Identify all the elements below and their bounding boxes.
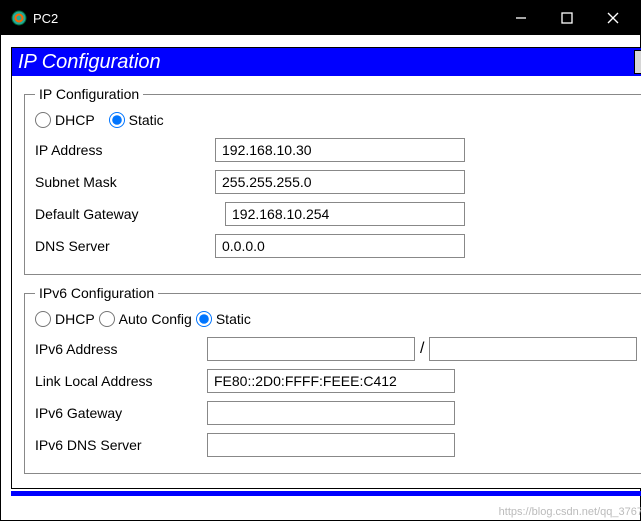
panel-title: IP Configuration bbox=[18, 51, 634, 74]
default-gateway-input[interactable] bbox=[225, 202, 465, 226]
link-local-label: Link Local Address bbox=[35, 373, 207, 389]
maximize-button[interactable] bbox=[544, 1, 590, 35]
ipv4-static-radio[interactable]: Static bbox=[109, 112, 164, 128]
ipv6-dns-input[interactable] bbox=[207, 433, 455, 457]
ipv6-address-label: IPv6 Address bbox=[35, 341, 207, 357]
ipv6-gateway-input[interactable] bbox=[207, 401, 455, 425]
ipv6-group: IPv6 Configuration DHCP Auto Config bbox=[24, 285, 641, 474]
ip-address-label: IP Address bbox=[35, 142, 215, 158]
ipv6-static-radio[interactable]: Static bbox=[196, 311, 251, 327]
ipv6-dns-label: IPv6 DNS Server bbox=[35, 437, 207, 453]
ip-config-panel: IP Configuration X IP Configuration DHCP bbox=[11, 47, 641, 489]
ipv6-prefix-slash: / bbox=[420, 340, 424, 358]
ipv6-address-input[interactable] bbox=[207, 337, 415, 361]
watermark: https://blog.csdn.net/qq_37672862 bbox=[499, 506, 641, 518]
ipv6-legend: IPv6 Configuration bbox=[35, 285, 158, 301]
ipv4-legend: IP Configuration bbox=[35, 86, 143, 102]
panel-close-button[interactable]: X bbox=[634, 50, 641, 74]
ipv6-auto-radio[interactable]: Auto Config bbox=[99, 311, 192, 327]
bottom-accent-bar bbox=[11, 491, 641, 496]
app-icon bbox=[11, 10, 27, 26]
titlebar: PC2 bbox=[1, 1, 640, 35]
link-local-input[interactable] bbox=[207, 369, 455, 393]
ipv4-group: IP Configuration DHCP Static bbox=[24, 86, 641, 275]
ipv6-dhcp-radio[interactable]: DHCP bbox=[35, 311, 95, 327]
subnet-mask-label: Subnet Mask bbox=[35, 174, 215, 190]
subnet-mask-input[interactable] bbox=[215, 170, 465, 194]
dns-server-input[interactable] bbox=[215, 234, 465, 258]
dns-server-label: DNS Server bbox=[35, 238, 215, 254]
ip-address-input[interactable] bbox=[215, 138, 465, 162]
panel-titlebar: IP Configuration X bbox=[12, 48, 641, 76]
default-gateway-label: Default Gateway bbox=[35, 206, 215, 222]
window-title: PC2 bbox=[33, 11, 498, 26]
minimize-button[interactable] bbox=[498, 1, 544, 35]
ipv6-prefix-input[interactable] bbox=[429, 337, 637, 361]
close-button[interactable] bbox=[590, 1, 636, 35]
ipv4-dhcp-radio[interactable]: DHCP bbox=[35, 112, 95, 128]
ipv6-gateway-label: IPv6 Gateway bbox=[35, 405, 207, 421]
application-window: PC2 IP Configuration X IP Configuration bbox=[0, 0, 641, 521]
